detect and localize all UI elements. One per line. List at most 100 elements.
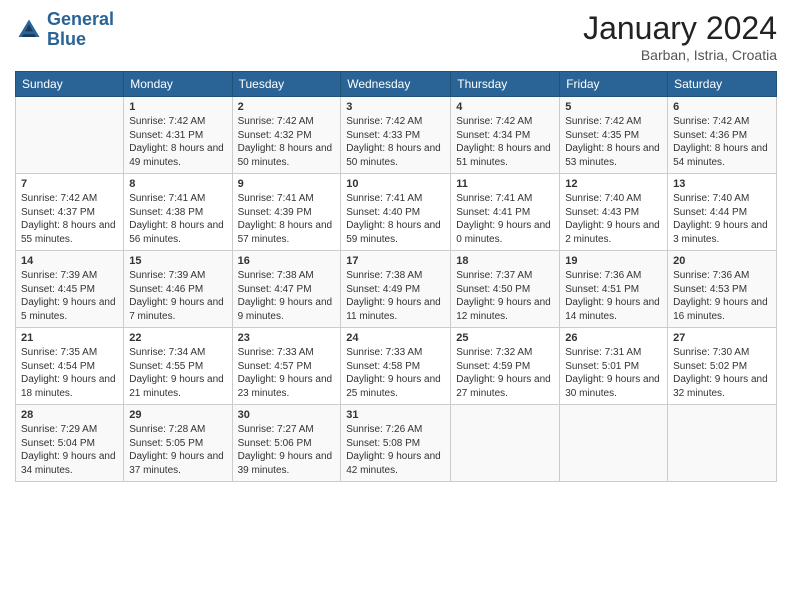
calendar-cell	[668, 405, 777, 482]
day-number: 20	[673, 255, 771, 267]
calendar-cell: 29 Sunrise: 7:28 AM Sunset: 5:05 PM Dayli…	[124, 405, 232, 482]
calendar-cell: 7Sunrise: 7:42 AM Sunset: 4:37 PM Daylig…	[16, 174, 124, 251]
day-number: 26	[565, 332, 662, 344]
day-info: Sunrise: 7:39 AM Sunset: 4:46 PM Dayligh…	[129, 269, 226, 323]
calendar-cell: 3Sunrise: 7:42 AM Sunset: 4:33 PM Daylig…	[341, 97, 451, 174]
day-info: Sunrise: 7:42 AM Sunset: 4:32 PM Dayligh…	[238, 115, 336, 169]
calendar-cell: 14 Sunrise: 7:39 AM Sunset: 4:45 PM Dayli…	[16, 251, 124, 328]
day-of-week-header: Wednesday	[341, 72, 451, 97]
day-number: 6	[673, 101, 771, 113]
calendar-cell: 15 Sunrise: 7:39 AM Sunset: 4:46 PM Dayli…	[124, 251, 232, 328]
calendar-header: SundayMondayTuesdayWednesdayThursdayFrid…	[16, 72, 777, 97]
day-number: 16	[238, 255, 336, 267]
day-number: 29	[129, 409, 226, 421]
day-number: 14	[21, 255, 118, 267]
day-number: 13	[673, 178, 771, 190]
calendar-cell: 25Sunrise: 7:32 AM Sunset: 4:59 PM Dayli…	[451, 328, 560, 405]
day-info: Sunrise: 7:26 AM Sunset: 5:08 PM Dayligh…	[346, 423, 445, 477]
logo-line1: General	[47, 9, 114, 29]
day-info: Sunrise: 7:42 AM Sunset: 4:33 PM Dayligh…	[346, 115, 445, 169]
day-number: 19	[565, 255, 662, 267]
calendar-cell: 2 Sunrise: 7:42 AM Sunset: 4:32 PM Daylig…	[232, 97, 341, 174]
day-of-week-header: Friday	[560, 72, 668, 97]
calendar-cell: 27 Sunrise: 7:30 AM Sunset: 5:02 PM Dayli…	[668, 328, 777, 405]
month-title: January 2024	[583, 10, 777, 47]
day-info: Sunrise: 7:41 AM Sunset: 4:39 PM Dayligh…	[238, 192, 336, 246]
logo-icon	[15, 16, 43, 44]
day-of-week-header: Saturday	[668, 72, 777, 97]
day-info: Sunrise: 7:28 AM Sunset: 5:05 PM Dayligh…	[129, 423, 226, 477]
logo-text: General Blue	[47, 10, 114, 50]
day-of-week-header: Tuesday	[232, 72, 341, 97]
location: Barban, Istria, Croatia	[583, 47, 777, 63]
calendar-table: SundayMondayTuesdayWednesdayThursdayFrid…	[15, 71, 777, 482]
day-number: 12	[565, 178, 662, 190]
day-number: 24	[346, 332, 445, 344]
day-number: 28	[21, 409, 118, 421]
calendar-cell: 22 Sunrise: 7:34 AM Sunset: 4:55 PM Dayli…	[124, 328, 232, 405]
day-number: 18	[456, 255, 554, 267]
calendar-cell: 4 Sunrise: 7:42 AM Sunset: 4:34 PM Daylig…	[451, 97, 560, 174]
calendar-cell: 8Sunrise: 7:41 AM Sunset: 4:38 PM Daylig…	[124, 174, 232, 251]
day-info: Sunrise: 7:42 AM Sunset: 4:36 PM Dayligh…	[673, 115, 771, 169]
day-number: 4	[456, 101, 554, 113]
day-info: Sunrise: 7:40 AM Sunset: 4:44 PM Dayligh…	[673, 192, 771, 246]
calendar-cell: 5 Sunrise: 7:42 AM Sunset: 4:35 PM Daylig…	[560, 97, 668, 174]
day-info: Sunrise: 7:38 AM Sunset: 4:49 PM Dayligh…	[346, 269, 445, 323]
calendar-week-row: 7Sunrise: 7:42 AM Sunset: 4:37 PM Daylig…	[16, 174, 777, 251]
day-number: 21	[21, 332, 118, 344]
day-info: Sunrise: 7:42 AM Sunset: 4:31 PM Dayligh…	[129, 115, 226, 169]
calendar-cell: 18 Sunrise: 7:37 AM Sunset: 4:50 PM Dayli…	[451, 251, 560, 328]
calendar-cell: 28 Sunrise: 7:29 AM Sunset: 5:04 PM Dayli…	[16, 405, 124, 482]
calendar-cell: 23 Sunrise: 7:33 AM Sunset: 4:57 PM Dayli…	[232, 328, 341, 405]
day-number: 5	[565, 101, 662, 113]
day-info: Sunrise: 7:30 AM Sunset: 5:02 PM Dayligh…	[673, 346, 771, 400]
day-info: Sunrise: 7:41 AM Sunset: 4:40 PM Dayligh…	[346, 192, 445, 246]
day-number: 22	[129, 332, 226, 344]
day-info: Sunrise: 7:32 AM Sunset: 4:59 PM Dayligh…	[456, 346, 554, 400]
day-number: 10	[346, 178, 445, 190]
calendar-cell	[16, 97, 124, 174]
calendar-cell: 9 Sunrise: 7:41 AM Sunset: 4:39 PM Daylig…	[232, 174, 341, 251]
calendar-cell: 20 Sunrise: 7:36 AM Sunset: 4:53 PM Dayli…	[668, 251, 777, 328]
calendar-body: 1 Sunrise: 7:42 AM Sunset: 4:31 PM Daylig…	[16, 97, 777, 482]
day-number: 2	[238, 101, 336, 113]
day-number: 31	[346, 409, 445, 421]
day-info: Sunrise: 7:42 AM Sunset: 4:34 PM Dayligh…	[456, 115, 554, 169]
calendar-cell: 1 Sunrise: 7:42 AM Sunset: 4:31 PM Daylig…	[124, 97, 232, 174]
day-info: Sunrise: 7:29 AM Sunset: 5:04 PM Dayligh…	[21, 423, 118, 477]
calendar-cell	[560, 405, 668, 482]
day-info: Sunrise: 7:33 AM Sunset: 4:58 PM Dayligh…	[346, 346, 445, 400]
day-number: 27	[673, 332, 771, 344]
calendar-cell: 10 Sunrise: 7:41 AM Sunset: 4:40 PM Dayli…	[341, 174, 451, 251]
day-number: 23	[238, 332, 336, 344]
day-info: Sunrise: 7:33 AM Sunset: 4:57 PM Dayligh…	[238, 346, 336, 400]
day-info: Sunrise: 7:39 AM Sunset: 4:45 PM Dayligh…	[21, 269, 118, 323]
day-of-week-header: Monday	[124, 72, 232, 97]
day-number: 1	[129, 101, 226, 113]
calendar-cell: 17 Sunrise: 7:38 AM Sunset: 4:49 PM Dayli…	[341, 251, 451, 328]
calendar-cell	[451, 405, 560, 482]
calendar-cell: 31 Sunrise: 7:26 AM Sunset: 5:08 PM Dayli…	[341, 405, 451, 482]
day-info: Sunrise: 7:42 AM Sunset: 4:37 PM Dayligh…	[21, 192, 118, 246]
day-number: 15	[129, 255, 226, 267]
day-number: 17	[346, 255, 445, 267]
page-header: General Blue January 2024 Barban, Istria…	[15, 10, 777, 63]
calendar-week-row: 1 Sunrise: 7:42 AM Sunset: 4:31 PM Daylig…	[16, 97, 777, 174]
day-of-week-header: Thursday	[451, 72, 560, 97]
day-info: Sunrise: 7:27 AM Sunset: 5:06 PM Dayligh…	[238, 423, 336, 477]
calendar-week-row: 21Sunrise: 7:35 AM Sunset: 4:54 PM Dayli…	[16, 328, 777, 405]
logo-line2: Blue	[47, 30, 114, 50]
day-info: Sunrise: 7:41 AM Sunset: 4:41 PM Dayligh…	[456, 192, 554, 246]
day-info: Sunrise: 7:37 AM Sunset: 4:50 PM Dayligh…	[456, 269, 554, 323]
day-info: Sunrise: 7:31 AM Sunset: 5:01 PM Dayligh…	[565, 346, 662, 400]
day-info: Sunrise: 7:42 AM Sunset: 4:35 PM Dayligh…	[565, 115, 662, 169]
day-info: Sunrise: 7:34 AM Sunset: 4:55 PM Dayligh…	[129, 346, 226, 400]
day-info: Sunrise: 7:41 AM Sunset: 4:38 PM Dayligh…	[129, 192, 226, 246]
day-info: Sunrise: 7:36 AM Sunset: 4:53 PM Dayligh…	[673, 269, 771, 323]
calendar-cell: 19Sunrise: 7:36 AM Sunset: 4:51 PM Dayli…	[560, 251, 668, 328]
day-number: 9	[238, 178, 336, 190]
day-of-week-header: Sunday	[16, 72, 124, 97]
calendar-cell: 21Sunrise: 7:35 AM Sunset: 4:54 PM Dayli…	[16, 328, 124, 405]
title-block: January 2024 Barban, Istria, Croatia	[583, 10, 777, 63]
